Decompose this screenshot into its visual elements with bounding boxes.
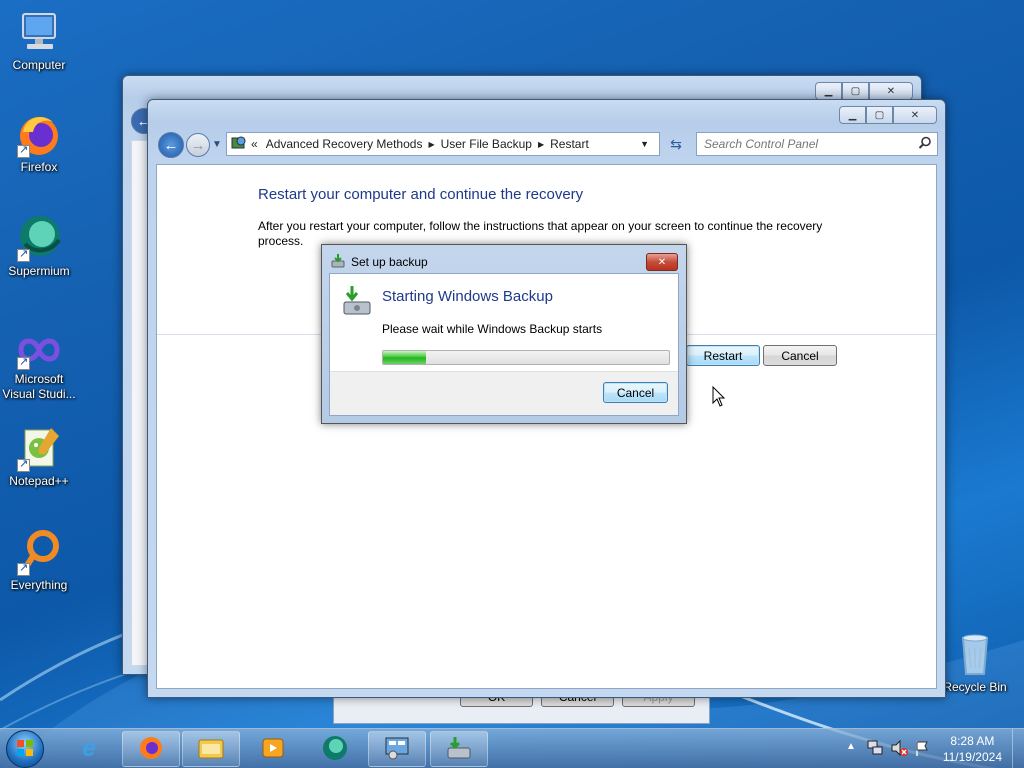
dialog-heading: Starting Windows Backup <box>382 288 553 305</box>
caption-buttons: ▁ ▢ ✕ <box>839 106 937 124</box>
desktop-icon-label: Everything <box>10 578 68 592</box>
action-center-flag-icon[interactable] <box>914 739 930 760</box>
desktop-icon-label: Firefox <box>20 160 58 174</box>
taskbar-supermium[interactable] <box>306 731 364 767</box>
visual-studio-icon <box>15 330 63 370</box>
firefox-icon <box>15 110 63 158</box>
page-heading: Restart your computer and continue the r… <box>258 186 584 203</box>
minimize-button[interactable]: ▁ <box>839 106 866 124</box>
desktop-icon-label: Recycle Bin <box>943 680 1007 694</box>
supermium-icon <box>321 734 349 765</box>
recent-pages-icon[interactable]: ▼ <box>212 139 222 150</box>
desktop-icon-label: Supermium <box>8 264 70 278</box>
notepadpp-icon <box>15 424 63 472</box>
shortcut-arrow-icon <box>17 247 30 262</box>
shortcut-arrow-icon <box>17 355 30 370</box>
backup-icon <box>330 253 346 272</box>
breadcrumb-item[interactable]: Advanced Recovery Methods <box>266 137 423 151</box>
system-clock[interactable]: 8:28 AM 11/19/2024 <box>943 733 1002 765</box>
desktop-icon-supermium[interactable]: Supermium <box>1 214 77 279</box>
dialog-title: Set up backup <box>351 255 428 269</box>
supermium-icon <box>15 214 63 262</box>
shortcut-arrow-icon <box>17 457 30 472</box>
volume-muted-icon[interactable] <box>890 739 908 760</box>
refresh-button[interactable]: ⇆ <box>664 134 688 154</box>
taskbar-control-panel[interactable] <box>368 731 426 767</box>
dialog-body: Starting Windows Backup Please wait whil… <box>329 273 679 416</box>
desktop-icon-computer[interactable]: Computer <box>1 8 77 73</box>
control-panel-icon <box>383 735 411 764</box>
taskbar-explorer[interactable] <box>182 731 240 767</box>
breadcrumb-separator-icon[interactable]: ▶ <box>428 140 434 149</box>
mouse-cursor-icon <box>712 385 726 411</box>
close-button[interactable]: ✕ <box>869 82 913 100</box>
setup-backup-dialog[interactable]: Set up backup ✕ Starting Windows Backup … <box>321 244 687 424</box>
backup-icon <box>445 735 473 764</box>
firefox-icon <box>138 735 164 764</box>
desktop-icon-recycle-bin[interactable]: Recycle Bin <box>937 630 1013 695</box>
breadcrumb-item[interactable]: User File Backup <box>441 137 532 151</box>
desktop-icon-label: Notepad++ <box>9 474 69 488</box>
breadcrumb-separator-icon[interactable]: ▶ <box>538 140 544 149</box>
forward-button[interactable]: → <box>186 133 210 157</box>
shortcut-arrow-icon <box>17 561 30 576</box>
cancel-button[interactable]: Cancel <box>763 345 837 366</box>
breadcrumb-overflow-icon[interactable]: « <box>251 137 258 151</box>
caption-buttons: ▁ ▢ ✕ <box>815 82 913 100</box>
back-button[interactable]: ← <box>158 132 184 158</box>
shortcut-arrow-icon <box>17 143 30 158</box>
address-dropdown-icon[interactable]: ▼ <box>640 139 649 149</box>
everything-icon <box>15 528 63 576</box>
desktop-icon-label: Microsoft Visual Studi... <box>2 372 76 401</box>
start-button[interactable] <box>6 730 44 768</box>
close-button[interactable]: ✕ <box>646 253 678 271</box>
desktop-icon-visual-studio[interactable]: Microsoft Visual Studi... <box>1 330 77 402</box>
progress-bar <box>382 350 670 365</box>
show-hidden-icons-icon[interactable]: ▲ <box>846 741 856 752</box>
computer-icon <box>15 8 63 56</box>
search-input[interactable]: Search Control Panel <box>696 132 938 156</box>
search-icon[interactable] <box>918 136 932 153</box>
show-desktop-button[interactable] <box>1012 729 1024 768</box>
navigation-bar: ← → ▼ « Advanced Recovery Methods ▶ User… <box>154 130 939 160</box>
internet-explorer-icon: e <box>82 735 96 762</box>
windows-logo-icon <box>15 738 35 761</box>
maximize-button[interactable]: ▢ <box>842 82 869 100</box>
taskbar: e ▲ 8:28 AM 11/19/2024 <box>0 728 1024 768</box>
dialog-cancel-button[interactable]: Cancel <box>603 382 668 403</box>
network-icon[interactable] <box>866 739 884 760</box>
desktop-icon-notepadpp[interactable]: Notepad++ <box>1 424 77 489</box>
address-bar[interactable]: « Advanced Recovery Methods ▶ User File … <box>226 132 660 156</box>
recycle-bin-icon <box>951 630 999 678</box>
minimize-button[interactable]: ▁ <box>815 82 842 100</box>
desktop-icon-everything[interactable]: Everything <box>1 528 77 593</box>
control-panel-icon <box>231 135 247 154</box>
close-button[interactable]: ✕ <box>893 106 937 124</box>
taskbar-firefox[interactable] <box>122 731 180 767</box>
restart-button[interactable]: Restart <box>686 345 760 366</box>
content-area: Restart your computer and continue the r… <box>156 164 937 689</box>
media-player-icon <box>260 735 286 764</box>
backup-drive-icon <box>340 284 374 321</box>
breadcrumb-item[interactable]: Restart <box>550 137 589 151</box>
dialog-message: Please wait while Windows Backup starts <box>382 322 603 336</box>
taskbar-media-player[interactable] <box>244 731 302 767</box>
dialog-footer: Cancel <box>330 371 678 415</box>
clock-date: 11/19/2024 <box>942 750 1002 764</box>
clock-time: 8:28 AM <box>950 734 995 748</box>
taskbar-backup[interactable] <box>430 731 488 767</box>
progress-fill <box>383 351 426 364</box>
desktop-icon-label: Computer <box>12 58 66 72</box>
maximize-button[interactable]: ▢ <box>866 106 893 124</box>
taskbar-ie[interactable]: e <box>60 731 118 767</box>
desktop-icon-firefox[interactable]: Firefox <box>1 110 77 175</box>
folder-icon <box>197 736 225 763</box>
